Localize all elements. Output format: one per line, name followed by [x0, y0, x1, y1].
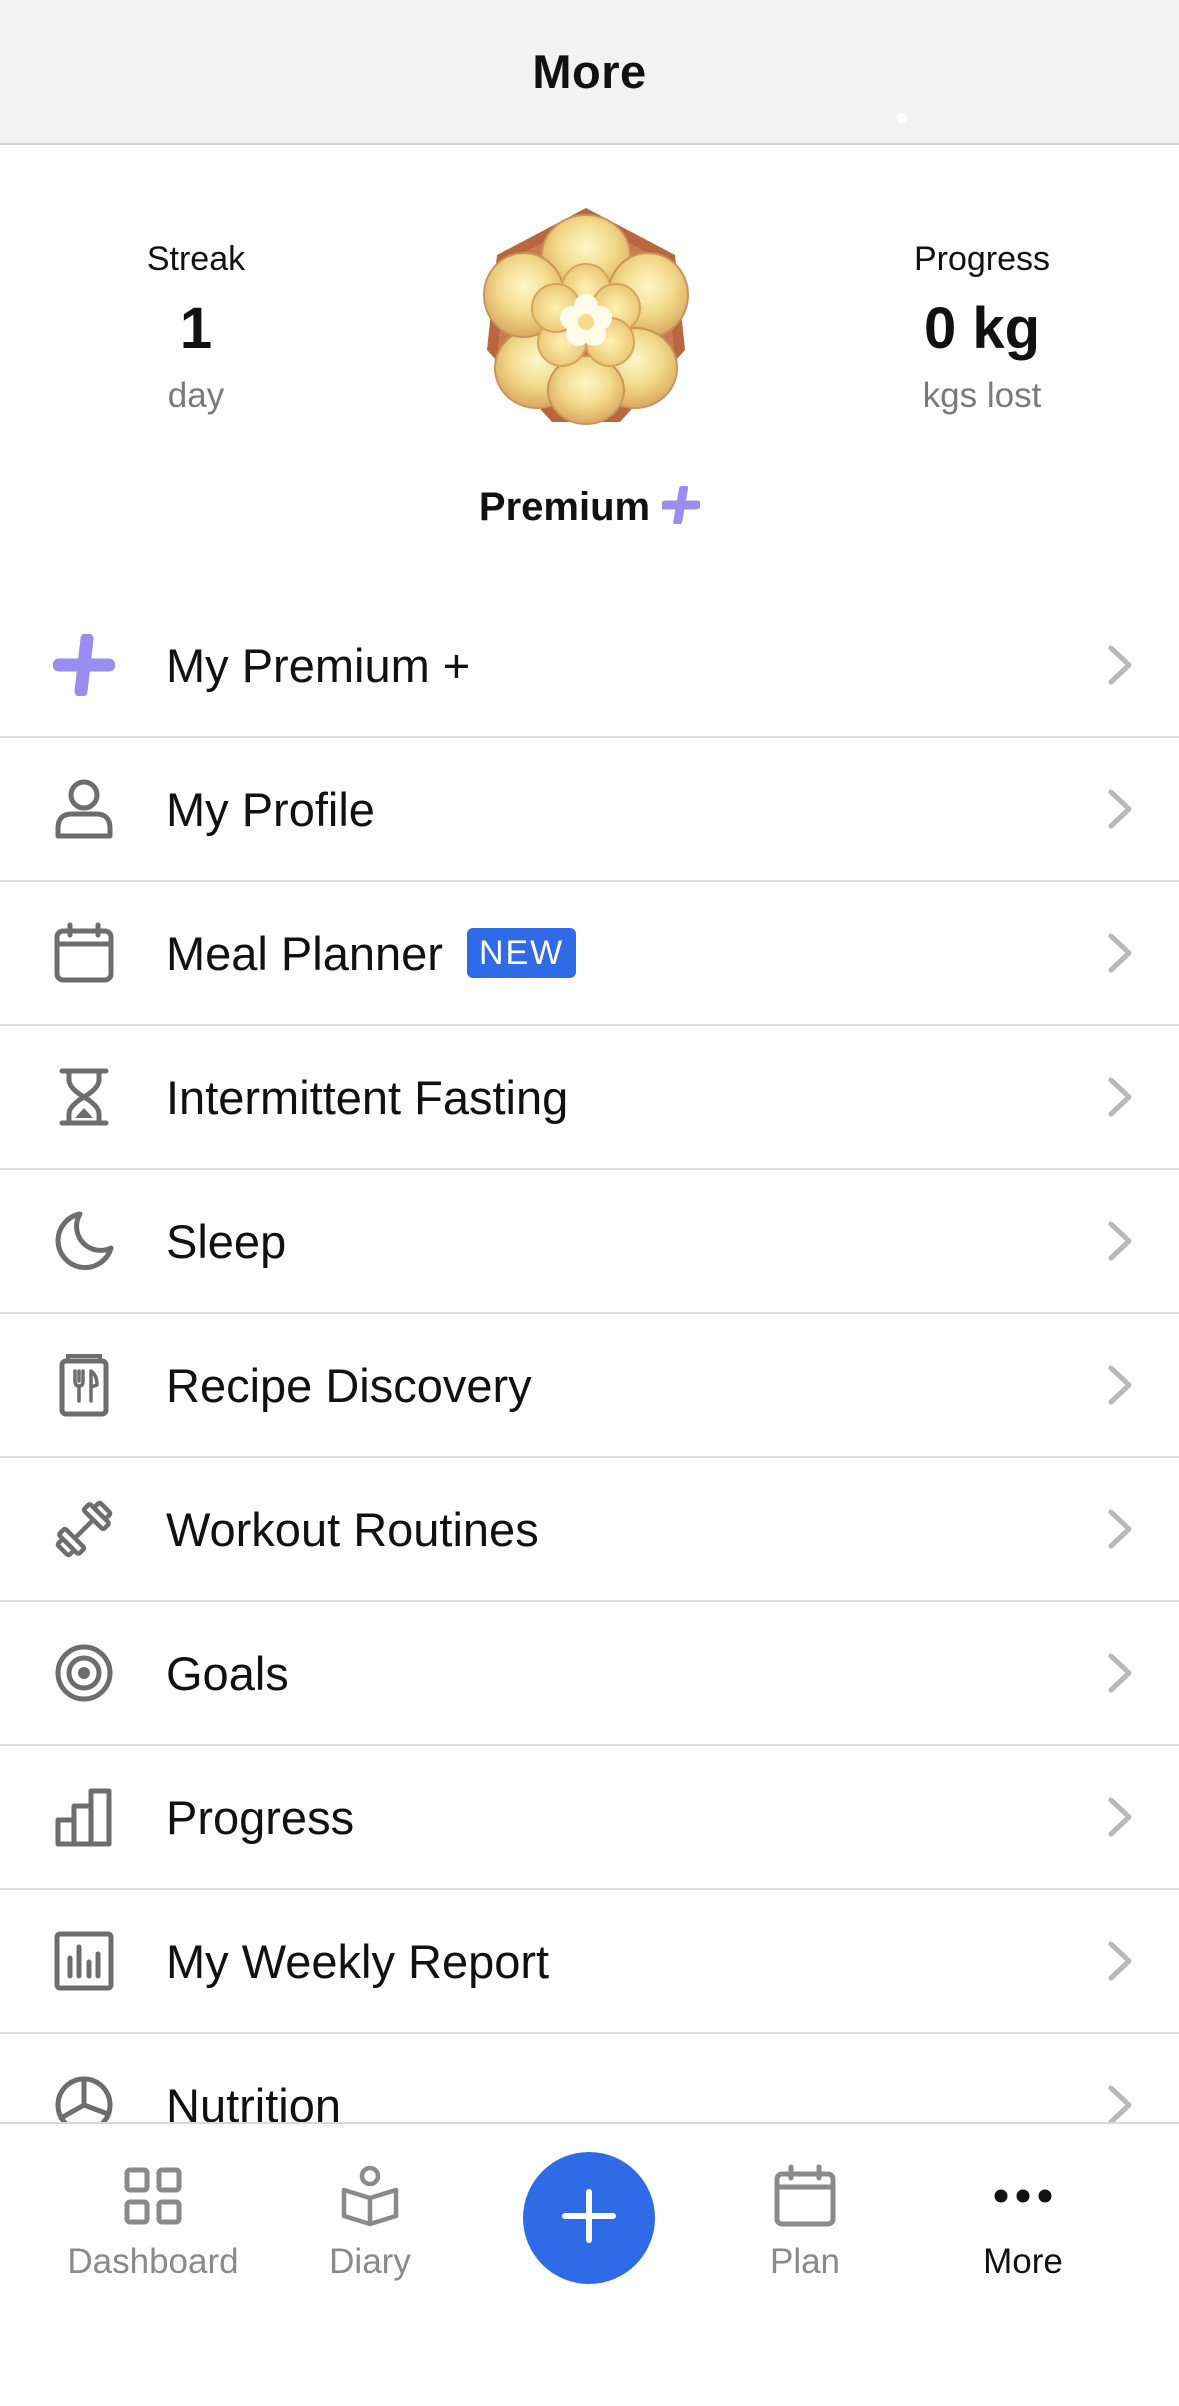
- chevron-right-icon: [1105, 787, 1135, 831]
- chevron-right-icon: [1105, 643, 1135, 687]
- page-title: More: [532, 45, 647, 98]
- calendar-icon: [52, 921, 116, 985]
- tab-label: More: [983, 2242, 1063, 2281]
- menu-item-label: Progress: [166, 1790, 355, 1844]
- menu-item-label: Intermittent Fasting: [166, 1070, 569, 1124]
- streak-label: Streak: [146, 240, 246, 278]
- target-icon: [52, 1641, 116, 1705]
- plus-icon: [559, 2186, 619, 2251]
- menu-item-workout-routines[interactable]: Workout Routines: [0, 1458, 1179, 1602]
- menu-item-label: My Premium +: [166, 638, 471, 692]
- chevron-right-icon: [1105, 1795, 1135, 1839]
- menu-item-label: Workout Routines: [166, 1502, 539, 1556]
- navigation-header: More: [0, 0, 1179, 145]
- progress-label: Progress: [913, 240, 1051, 278]
- menu-item-label: Goals: [166, 1646, 289, 1700]
- recipe-book-icon: [52, 1353, 116, 1417]
- premium-plus-icon: [52, 633, 116, 697]
- chevron-right-icon: [1105, 2083, 1135, 2127]
- tab-label: Plan: [769, 2242, 841, 2281]
- menu-item-meal-planner[interactable]: Meal Planner NEW: [0, 882, 1179, 1026]
- menu-item-recipe-discovery[interactable]: Recipe Discovery: [0, 1314, 1179, 1458]
- chevron-right-icon: [1105, 1075, 1135, 1119]
- menu-item-text: Meal Planner: [166, 926, 443, 980]
- diary-book-icon: [338, 2164, 402, 2228]
- menu-item-label: Meal Planner NEW: [166, 926, 577, 981]
- menu-item-my-premium[interactable]: My Premium +: [0, 594, 1179, 738]
- moon-icon: [52, 1209, 116, 1273]
- progress-value: 0 kg: [923, 296, 1041, 361]
- bar-chart-icon: [52, 1785, 116, 1849]
- flower-badge-icon[interactable]: [470, 200, 702, 436]
- report-chart-icon: [52, 1929, 116, 1993]
- chevron-right-icon: [1105, 1939, 1135, 1983]
- menu-item-progress[interactable]: Progress: [0, 1746, 1179, 1890]
- ellipsis-icon: [991, 2164, 1055, 2228]
- streak-stat: Streak 1 day: [46, 240, 346, 416]
- menu-item-goals[interactable]: Goals: [0, 1602, 1179, 1746]
- tab-label: Dashboard: [67, 2242, 239, 2281]
- tab-dashboard[interactable]: Dashboard: [43, 2164, 263, 2282]
- new-badge: NEW: [466, 927, 577, 978]
- stats-section: Streak 1 day Progress 0 kg kgs lost Prem…: [0, 145, 1179, 585]
- chevron-right-icon: [1105, 1507, 1135, 1551]
- person-icon: [52, 777, 116, 841]
- menu-item-sleep[interactable]: Sleep: [0, 1170, 1179, 1314]
- chevron-right-icon: [1105, 1219, 1135, 1263]
- menu-item-my-profile[interactable]: My Profile: [0, 738, 1179, 882]
- menu-item-label: My Profile: [166, 782, 375, 836]
- plus-icon: [660, 484, 702, 529]
- dashboard-grid-icon: [121, 2164, 185, 2228]
- bottom-tab-bar: Dashboard Diary Plan More: [0, 2122, 1179, 2406]
- tab-plan[interactable]: Plan: [695, 2164, 915, 2282]
- chevron-right-icon: [1105, 1363, 1135, 1407]
- dumbbell-icon: [52, 1497, 116, 1561]
- menu-item-intermittent-fasting[interactable]: Intermittent Fasting: [0, 1026, 1179, 1170]
- status-dot: [897, 113, 907, 123]
- hourglass-icon: [52, 1065, 116, 1129]
- calendar-icon: [773, 2164, 837, 2228]
- chevron-right-icon: [1105, 1651, 1135, 1695]
- tab-diary[interactable]: Diary: [260, 2164, 480, 2282]
- progress-unit: kgs lost: [922, 376, 1042, 415]
- menu-list: My Premium + My Profile Meal Planner NEW…: [0, 594, 1179, 2178]
- streak-value: 1: [179, 296, 213, 361]
- progress-stat: Progress 0 kg kgs lost: [832, 240, 1132, 416]
- premium-label: Premium: [478, 485, 651, 529]
- streak-unit: day: [167, 376, 225, 415]
- menu-item-label: My Weekly Report: [166, 1934, 550, 1988]
- premium-status[interactable]: Premium: [0, 484, 1179, 530]
- tab-more[interactable]: More: [913, 2164, 1133, 2282]
- tab-label: Diary: [329, 2242, 411, 2281]
- add-button[interactable]: [523, 2152, 655, 2284]
- chevron-right-icon: [1105, 931, 1135, 975]
- menu-item-label: Recipe Discovery: [166, 1358, 532, 1412]
- menu-item-label: Sleep: [166, 1214, 287, 1268]
- menu-item-my-weekly-report[interactable]: My Weekly Report: [0, 1890, 1179, 2034]
- more-screen: More Streak 1 day Progress 0 kg kgs lost…: [0, 0, 1179, 2406]
